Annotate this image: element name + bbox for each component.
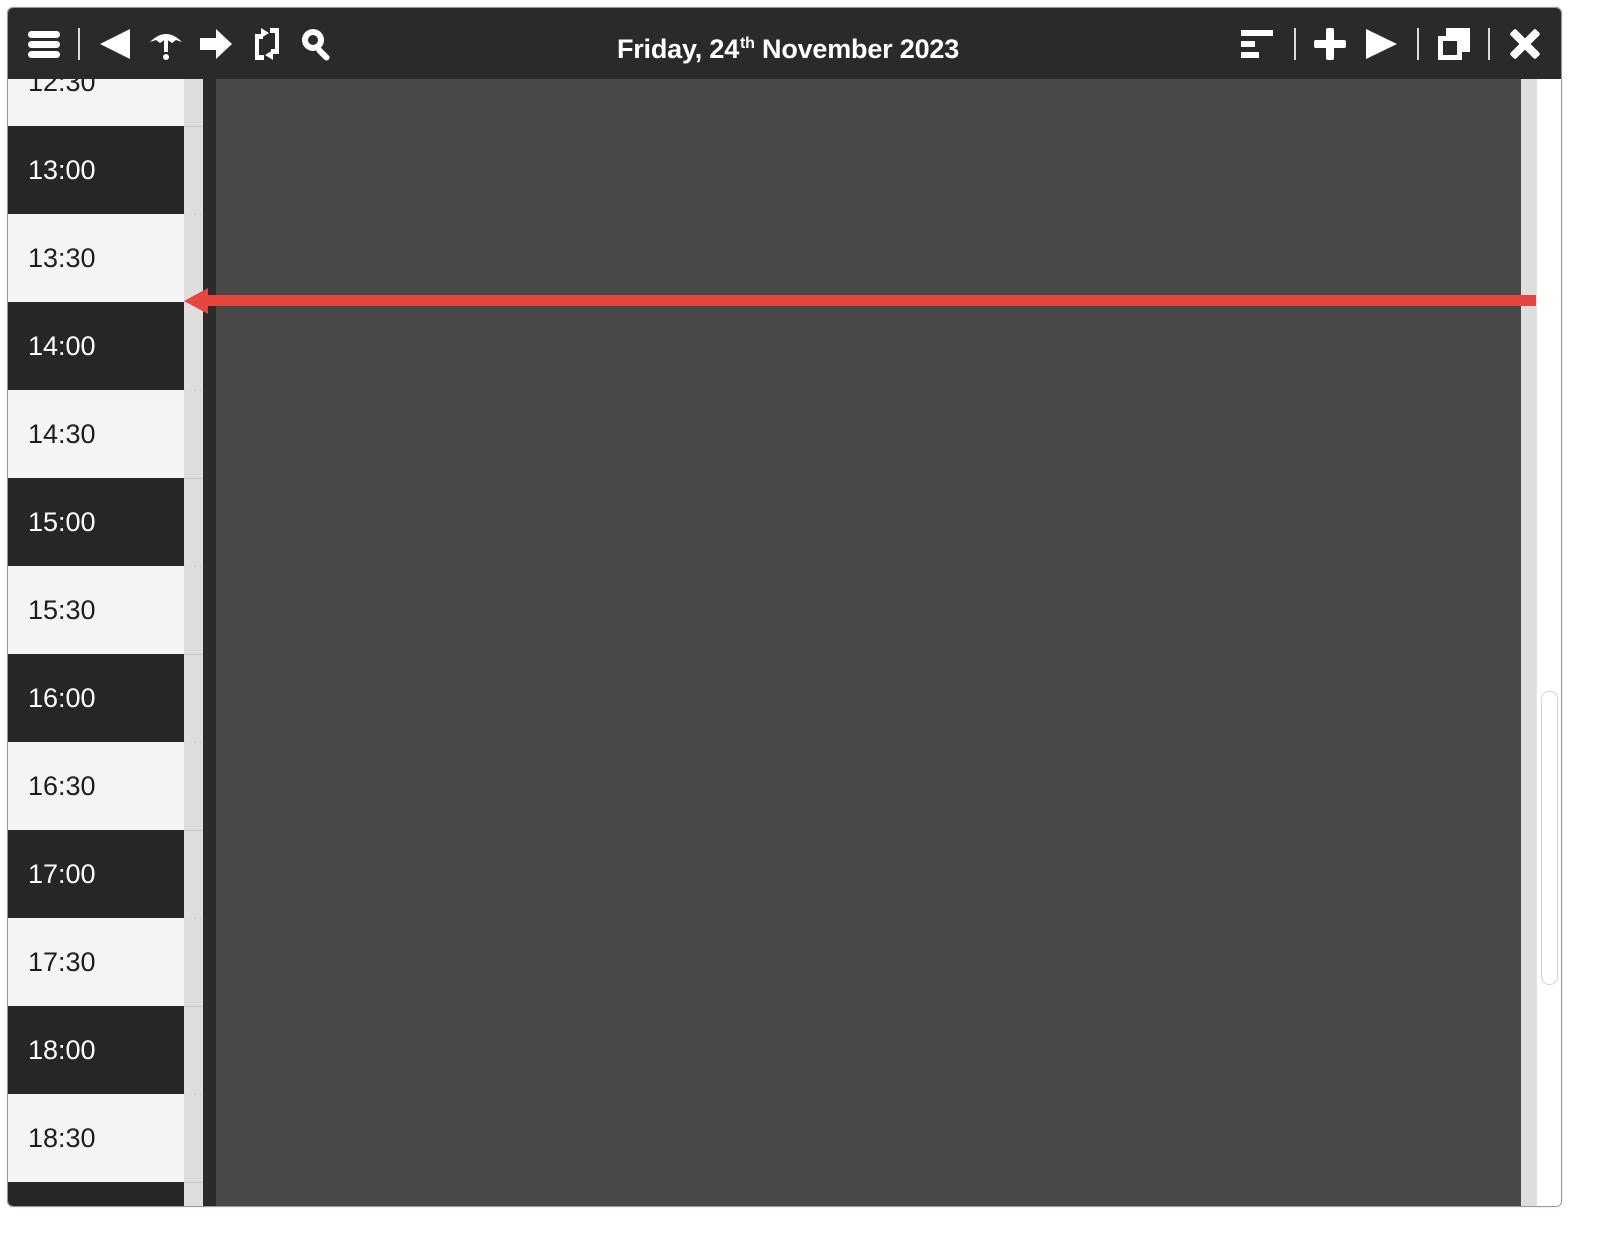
slot-gutter xyxy=(184,1182,203,1206)
day-column[interactable] xyxy=(216,79,1521,1206)
time-label: 14:30 xyxy=(8,390,184,478)
time-label: 13:00 xyxy=(8,126,184,214)
slot-gutter xyxy=(184,126,203,214)
align-left-icon[interactable] xyxy=(1237,24,1277,64)
page-title: Friday, 24th November 2023 xyxy=(488,8,1088,79)
play-icon[interactable] xyxy=(1361,24,1401,64)
time-label: 14:00 xyxy=(8,302,184,390)
toolbar: Friday, 24th November 2023 xyxy=(8,8,1561,79)
slot-gutter xyxy=(184,302,203,390)
slot-gutter xyxy=(184,390,203,478)
title-ordinal: th xyxy=(740,35,755,52)
menu-icon[interactable] xyxy=(24,24,64,64)
slot-gutter xyxy=(184,654,203,742)
slot-gutter xyxy=(184,566,203,654)
close-icon[interactable] xyxy=(1505,24,1545,64)
right-rail xyxy=(1521,79,1536,1206)
time-label: 16:00 xyxy=(8,654,184,742)
time-label: 15:00 xyxy=(8,478,184,566)
plus-icon[interactable] xyxy=(1310,24,1350,64)
time-label: 17:00 xyxy=(8,830,184,918)
day-column-edge xyxy=(203,79,216,1206)
toolbar-separator xyxy=(1294,28,1296,60)
slot-gutter xyxy=(184,1094,203,1182)
toolbar-separator xyxy=(1488,28,1490,60)
scrollbar-thumb[interactable] xyxy=(1541,691,1558,985)
time-label: 18:30 xyxy=(8,1094,184,1182)
slot-gutter xyxy=(184,830,203,918)
current-time-line xyxy=(198,295,1536,306)
forward-icon[interactable] xyxy=(196,24,236,64)
title-date: Friday, 24 xyxy=(616,34,740,64)
slot-gutter xyxy=(184,742,203,830)
search-icon[interactable] xyxy=(297,24,337,64)
day-view: 12:30 13:00 13:30 14:00 14:30 15:00 15:3… xyxy=(8,79,1561,1206)
refresh-icon[interactable] xyxy=(247,24,287,64)
slot-gutter xyxy=(184,79,203,126)
time-label xyxy=(8,1182,184,1206)
title-month-year: November 2023 xyxy=(754,34,960,64)
time-label: 13:30 xyxy=(8,214,184,302)
time-label: 18:00 xyxy=(8,1006,184,1094)
calendar-window: Friday, 24th November 2023 12:30 13:00 1… xyxy=(7,7,1562,1207)
time-label: 12:30 xyxy=(8,79,184,126)
back-icon[interactable] xyxy=(96,24,136,64)
slot-gutter xyxy=(184,478,203,566)
vertical-scrollbar[interactable] xyxy=(1536,79,1561,1206)
slot-gutter xyxy=(184,918,203,1006)
time-label: 16:30 xyxy=(8,742,184,830)
toolbar-separator xyxy=(1417,28,1419,60)
toolbar-separator xyxy=(78,28,80,60)
time-label: 17:30 xyxy=(8,918,184,1006)
slot-gutter xyxy=(184,1006,203,1094)
time-label: 15:30 xyxy=(8,566,184,654)
umbrella-icon[interactable] xyxy=(146,24,186,64)
current-time-arrow-icon xyxy=(184,288,208,314)
window-restore-icon[interactable] xyxy=(1434,24,1474,64)
